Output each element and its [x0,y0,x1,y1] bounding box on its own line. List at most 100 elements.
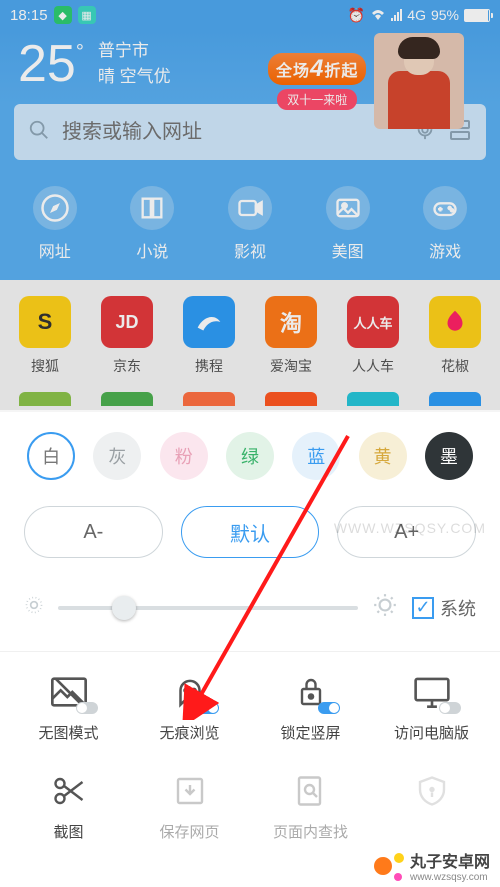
scissors-icon [46,771,92,811]
app-label: 搜狐 [31,356,59,376]
dolphin-icon [183,296,235,348]
brightness-low-icon [24,595,44,620]
weather-info[interactable]: 普宁市 晴 空气优 [98,38,171,89]
font-decrease-button[interactable]: A- [24,506,163,558]
tool-shield[interactable] [371,771,492,842]
app-item-ctrip[interactable]: 携程 [183,296,235,376]
system-label: 系统 [440,595,476,621]
compass-icon [33,186,77,230]
app-label: 爱淘宝 [270,356,312,376]
app-label: 携程 [195,356,223,376]
tool-incognito[interactable]: 无痕浏览 [129,672,250,743]
color-blue[interactable]: 蓝 [292,432,340,480]
book-icon [130,186,174,230]
font-default-button[interactable]: 默认 [181,506,320,558]
brand-sub: www.wzsqsy.com [410,872,490,883]
nav-label: 美图 [332,238,364,262]
nav-item-video[interactable]: 影视 [228,186,272,262]
color-gray[interactable]: 灰 [93,432,141,480]
color-ink[interactable]: 墨 [425,432,473,480]
signal-icon [391,9,402,21]
promo-image [374,33,464,129]
tool-no-image[interactable]: 无图模式 [8,672,129,743]
nav-item-sites[interactable]: 网址 [33,186,77,262]
weather-temp[interactable]: 25° [18,38,84,90]
video-icon [228,186,272,230]
tool-lock-portrait[interactable]: 锁定竖屏 [250,672,371,743]
brand-name: 丸子安卓网 [410,848,490,872]
color-white[interactable]: 白 [27,432,75,480]
watermark: WWW.WZSQSY.COM [334,520,486,536]
app-icon: S [19,296,71,348]
system-brightness-checkbox[interactable]: ✓ 系统 [412,595,476,621]
nav-label: 网址 [39,238,71,262]
weather-city: 普宁市 [98,38,171,64]
tool-find-in-page[interactable]: 页面内查找 [250,771,371,842]
search-icon [28,119,50,146]
shield-icon [409,771,455,811]
promo-banner[interactable]: 全场4折起 双十一来啦 [268,32,488,130]
tool-label: 无痕浏览 [159,722,219,743]
app-icon: 淘 [265,296,317,348]
wifi-icon [370,7,386,23]
tool-label: 截图 [53,821,83,842]
app-item-taobao[interactable]: 淘 爱淘宝 [265,296,317,376]
color-green[interactable]: 绿 [226,432,274,480]
header: 25° 普宁市 晴 空气优 全场4折起 双十一来啦 [0,30,500,104]
nav-categories: 网址 小说 影视 美图 游戏 [0,176,500,280]
brightness-row: ✓ 系统 [0,568,500,651]
gamepad-icon [423,186,467,230]
status-bar: 18:15 ◆ ▦ ⏰ 4G 95% [0,0,500,30]
promo-line1: 全场4折起 [268,53,366,85]
checkbox-icon: ✓ [412,597,434,619]
app-icon: JD [101,296,153,348]
app-icon: 人人车 [347,296,399,348]
nav-label: 游戏 [429,238,461,262]
network-label: 4G [407,7,426,23]
toggle-on-icon [197,702,219,714]
tool-desktop-site[interactable]: 访问电脑版 [371,672,492,743]
monitor-icon [409,672,455,712]
tool-label: 保存网页 [159,821,219,842]
app-item-renren[interactable]: 人人车 人人车 [347,296,399,376]
app-icon [429,296,481,348]
nav-label: 影视 [234,238,266,262]
tool-save-page[interactable]: 保存网页 [129,771,250,842]
app-item-jd[interactable]: JD 京东 [101,296,153,376]
app-label: 花椒 [441,356,469,376]
settings-sheet: 白 灰 粉 绿 蓝 黄 墨 A- 默认 A+ ✓ 系统 无图模式 [0,412,500,872]
app-grid-row2 [0,392,500,412]
color-yellow[interactable]: 黄 [359,432,407,480]
status-app-icon-1: ◆ [54,6,72,24]
battery-label: 95% [431,7,459,23]
app-label: 京东 [113,356,141,376]
lock-icon [288,672,334,712]
app-item-huajiao[interactable]: 花椒 [429,296,481,376]
status-time: 18:15 [10,7,48,24]
tool-screenshot[interactable]: 截图 [8,771,129,842]
no-image-icon [46,672,92,712]
alarm-icon: ⏰ [348,7,365,24]
slider-thumb[interactable] [112,596,136,620]
app-label: 人人车 [352,356,394,376]
brand-logo-icon [374,851,404,881]
nav-item-game[interactable]: 游戏 [423,186,467,262]
tool-label: 页面内查找 [273,821,348,842]
nav-item-novel[interactable]: 小说 [130,186,174,262]
ghost-icon [167,672,213,712]
app-item-sohu[interactable]: S 搜狐 [19,296,71,376]
find-icon [288,771,334,811]
tool-label: 无图模式 [38,722,98,743]
color-pink[interactable]: 粉 [160,432,208,480]
nav-item-image[interactable]: 美图 [326,186,370,262]
app-grid: S 搜狐 JD 京东 携程 淘 爱淘宝 人人车 人人车 花椒 [0,280,500,392]
tool-grid: 无图模式 无痕浏览 锁定竖屏 访问电脑版 [0,651,500,872]
battery-icon [464,9,490,22]
toggle-off-icon [76,702,98,714]
footer-brand: 丸子安卓网 www.wzsqsy.com [374,848,490,883]
tool-label: 访问电脑版 [394,722,469,743]
status-app-icon-2: ▦ [78,6,96,24]
brightness-slider[interactable] [58,606,358,610]
toggle-on-icon [318,702,340,714]
tool-label: 锁定竖屏 [280,722,340,743]
